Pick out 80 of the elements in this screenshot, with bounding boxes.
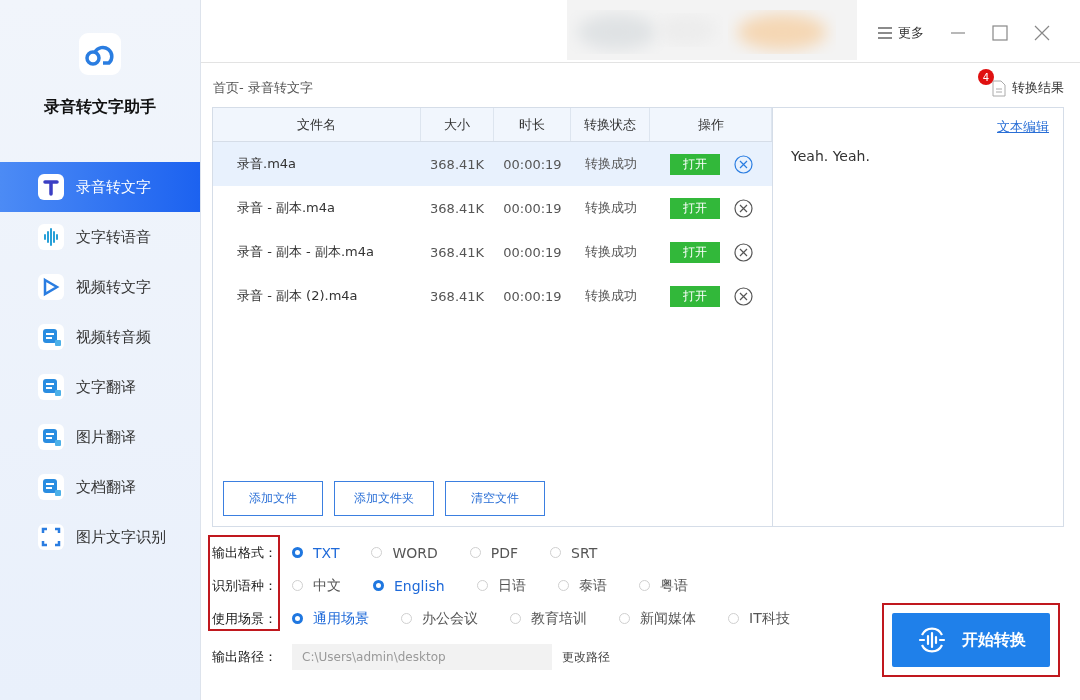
radio-option[interactable]: 日语 [476, 576, 526, 595]
remove-icon[interactable] [733, 242, 753, 262]
feature-icon [38, 474, 64, 500]
sidebar-item[interactable]: 视频转音频 [0, 312, 200, 362]
results-button[interactable]: 转换结果 [992, 79, 1064, 97]
file-name: 录音 - 副本.m4a [237, 199, 335, 217]
sidebar-item[interactable]: 文字转语音 [0, 212, 200, 262]
radio-option[interactable]: 通用场景 [292, 609, 369, 628]
file-status: 转换成功 [584, 243, 637, 261]
file-size: 368.41K [430, 200, 485, 216]
remove-icon[interactable] [733, 154, 753, 174]
file-duration: 00:00:19 [503, 288, 562, 304]
menu-icon [878, 27, 892, 39]
radio-option[interactable]: IT科技 [728, 609, 790, 628]
sidebar-item[interactable]: 文字翻译 [0, 362, 200, 412]
sidebar-item[interactable]: 视频转文字 [0, 262, 200, 312]
feature-icon [38, 274, 64, 300]
file-row[interactable]: 录音 - 副本 (2).m4a 368.41K 00:00:19 转换成功 打开 [213, 274, 772, 318]
remove-icon[interactable] [733, 286, 753, 306]
start-button[interactable]: 开始转换 [892, 613, 1050, 667]
edit-text-link[interactable]: 文本编辑 [997, 118, 1049, 136]
feature-icon [38, 424, 64, 450]
maximize-icon[interactable] [992, 25, 1008, 41]
sidebar-item[interactable]: 文档翻译 [0, 462, 200, 512]
radio-option[interactable]: 新闻媒体 [619, 609, 696, 628]
file-action-button[interactable]: 清空文件 [445, 481, 545, 516]
radio-option[interactable]: 办公会议 [401, 609, 478, 628]
transcript-text: Yeah. Yeah. [791, 148, 871, 164]
radio-option[interactable]: 泰语 [557, 576, 607, 595]
file-duration: 00:00:19 [503, 244, 562, 260]
sidebar-item[interactable]: 图片翻译 [0, 412, 200, 462]
option-label: 输出路径： [211, 648, 278, 666]
option-label: 使用场景： [211, 609, 278, 628]
radio-option[interactable]: 教育培训 [510, 609, 587, 628]
column-header: 大小 [420, 108, 494, 141]
column-header: 操作 [650, 108, 772, 141]
file-row[interactable]: 录音.m4a 368.41K 00:00:19 转换成功 打开 [213, 142, 772, 186]
file-name: 录音.m4a [237, 155, 297, 173]
close-icon[interactable] [1034, 25, 1050, 41]
option-label: 输出格式： [211, 543, 278, 562]
column-header: 文件名 [213, 108, 421, 141]
radio-option[interactable]: English [373, 577, 445, 594]
file-name: 录音 - 副本 - 副本.m4a [237, 243, 374, 261]
app-title: 录音转文字助手 [44, 97, 156, 118]
radio-option[interactable]: 粤语 [638, 576, 688, 595]
count-badge: 4 [978, 69, 994, 85]
change-path-link[interactable]: 更改路径 [562, 648, 610, 666]
file-duration: 00:00:19 [503, 156, 562, 172]
file-name: 录音 - 副本 (2).m4a [237, 287, 358, 305]
radio-option[interactable]: 中文 [292, 576, 341, 595]
logo-icon [79, 33, 121, 75]
radio-option[interactable]: PDF [469, 544, 519, 561]
file-size: 368.41K [430, 244, 485, 260]
breadcrumb: 首页- 录音转文字 [213, 79, 313, 97]
radio-option[interactable]: SRT [550, 544, 598, 561]
file-status: 转换成功 [584, 199, 637, 217]
feature-icon [38, 374, 64, 400]
file-status: 转换成功 [584, 155, 637, 173]
feature-icon [38, 524, 64, 550]
file-action-button[interactable]: 添加文件 [223, 481, 323, 516]
feature-icon [38, 174, 64, 200]
file-duration: 00:00:19 [503, 200, 562, 216]
column-header: 转换状态 [571, 108, 651, 141]
option-label: 识别语种： [211, 576, 278, 595]
radio-option[interactable]: TXT [292, 544, 340, 561]
file-status: 转换成功 [584, 287, 637, 305]
column-header: 时长 [493, 108, 572, 141]
more-menu-button[interactable]: 更多 [878, 24, 924, 42]
sidebar-item[interactable]: 图片文字识别 [0, 512, 200, 562]
file-size: 368.41K [430, 288, 485, 304]
radio-option[interactable]: WORD [371, 544, 438, 561]
remove-icon[interactable] [733, 198, 753, 218]
document-icon [992, 79, 1006, 97]
sidebar-item[interactable]: 录音转文字 [0, 162, 200, 212]
feature-icon [38, 324, 64, 350]
file-action-button[interactable]: 添加文件夹 [334, 481, 434, 516]
file-row[interactable]: 录音 - 副本.m4a 368.41K 00:00:19 转换成功 打开 [213, 186, 772, 230]
feature-icon [38, 224, 64, 250]
file-size: 368.41K [430, 156, 485, 172]
file-row[interactable]: 录音 - 副本 - 副本.m4a 368.41K 00:00:19 转换成功 打开 [213, 230, 772, 274]
